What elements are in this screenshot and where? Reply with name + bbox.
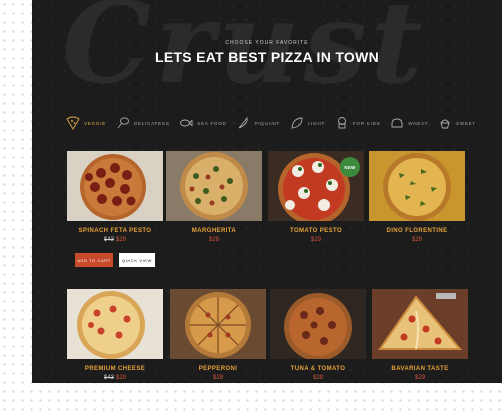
product-name[interactable]: SPINACH FETA PESTO bbox=[67, 228, 163, 234]
product-card[interactable]: BAVARIAN TASTE $29 bbox=[372, 289, 468, 381]
menu-panel: Crust CHOOSE YOUR FAVORITE LETS EAT BEST… bbox=[32, 0, 502, 383]
category-delicatess[interactable]: DELICATESS bbox=[116, 116, 170, 130]
current-price: $29 bbox=[414, 375, 425, 381]
current-price: $29 bbox=[212, 375, 223, 381]
product-image[interactable] bbox=[67, 151, 163, 221]
section-title: LETS EAT BEST PIZZA IN TOWN bbox=[154, 49, 380, 65]
product-name[interactable]: BAVARIAN TASTE bbox=[372, 366, 468, 372]
category-filter-bar: VEGGIE DELICATESS SEA FOOD PIQUANT LIGHT… bbox=[66, 114, 476, 132]
category-sea-food[interactable]: SEA FOOD bbox=[179, 116, 226, 130]
add-to-cart-button[interactable]: ADD TO CART bbox=[75, 253, 113, 267]
card-actions: ADD TO CART QUICK VIEW bbox=[75, 253, 155, 267]
product-price: $43 $29 bbox=[67, 237, 163, 243]
current-price: $29 bbox=[116, 237, 127, 243]
product-image[interactable] bbox=[270, 289, 366, 359]
old-price: $43 bbox=[103, 237, 114, 243]
category-label: VEGGIE bbox=[84, 120, 107, 126]
product-price: $43 $29 bbox=[67, 375, 163, 381]
category-wheat[interactable]: WHEAT bbox=[390, 116, 428, 130]
product-card[interactable]: NEW TOMATO PESTO $29 bbox=[268, 151, 364, 243]
old-price: $43 bbox=[103, 375, 114, 381]
chef-icon bbox=[337, 117, 346, 129]
product-price: $29 bbox=[270, 375, 366, 381]
product-price: $29 bbox=[166, 237, 262, 243]
fish-icon bbox=[180, 119, 193, 127]
product-name[interactable]: TOMATO PESTO bbox=[268, 228, 364, 234]
category-label: FOR KIDS bbox=[352, 120, 381, 126]
current-price: $29 bbox=[411, 237, 422, 243]
category-label: PIQUANT bbox=[254, 120, 281, 126]
category-sweet[interactable]: SWEET bbox=[438, 116, 476, 130]
cupcake-icon bbox=[440, 119, 450, 129]
category-piquant[interactable]: PIQUANT bbox=[236, 116, 280, 130]
current-price: $29 bbox=[312, 375, 323, 381]
current-price: $29 bbox=[116, 375, 127, 381]
product-card[interactable]: DINO FLORENTINE $29 bbox=[369, 151, 465, 243]
product-card[interactable]: PEPPERONI $29 bbox=[170, 289, 266, 381]
product-image[interactable] bbox=[166, 151, 262, 221]
category-label: SWEET bbox=[455, 120, 476, 126]
bread-icon bbox=[391, 118, 403, 128]
category-for-kids[interactable]: FOR KIDS bbox=[335, 116, 381, 130]
product-image[interactable] bbox=[372, 289, 468, 359]
category-label: SEA FOOD bbox=[197, 120, 227, 126]
section-eyebrow: CHOOSE YOUR FAVORITE bbox=[225, 40, 309, 46]
product-image[interactable]: NEW bbox=[268, 151, 364, 221]
product-card[interactable]: MARGHERITA $29 bbox=[166, 151, 262, 243]
product-card[interactable]: PREMIUM CHEESE $43 $29 bbox=[67, 289, 163, 381]
current-price: $29 bbox=[208, 237, 219, 243]
product-card[interactable]: SPINACH FETA PESTO $43 $29 bbox=[67, 151, 163, 243]
product-name[interactable]: DINO FLORENTINE bbox=[369, 228, 465, 234]
product-name[interactable]: PEPPERONI bbox=[170, 366, 266, 372]
pizza-icon bbox=[66, 116, 80, 130]
product-image[interactable] bbox=[67, 289, 163, 359]
product-price: $29 bbox=[170, 375, 266, 381]
drumstick-icon bbox=[117, 117, 129, 129]
current-price: $29 bbox=[310, 237, 321, 243]
category-light[interactable]: LIGHT bbox=[290, 116, 325, 130]
category-label: WHEAT bbox=[408, 120, 429, 126]
product-name[interactable]: TUNA & TOMATO bbox=[270, 366, 366, 372]
category-label: LIGHT bbox=[307, 120, 326, 126]
category-veggie[interactable]: VEGGIE bbox=[66, 116, 106, 130]
leaf-icon bbox=[291, 117, 303, 129]
product-image[interactable] bbox=[170, 289, 266, 359]
pepper-icon bbox=[239, 116, 248, 129]
product-name[interactable]: MARGHERITA bbox=[166, 228, 262, 234]
product-price: $29 bbox=[268, 237, 364, 243]
product-image[interactable] bbox=[369, 151, 465, 221]
quick-view-button[interactable]: QUICK VIEW bbox=[119, 253, 155, 267]
product-price: $29 bbox=[369, 237, 465, 243]
product-name[interactable]: PREMIUM CHEESE bbox=[67, 366, 163, 372]
product-card[interactable]: TUNA & TOMATO $29 bbox=[270, 289, 366, 381]
product-price: $29 bbox=[372, 375, 468, 381]
new-badge: NEW bbox=[340, 157, 360, 177]
category-label: DELICATESS bbox=[133, 120, 170, 126]
